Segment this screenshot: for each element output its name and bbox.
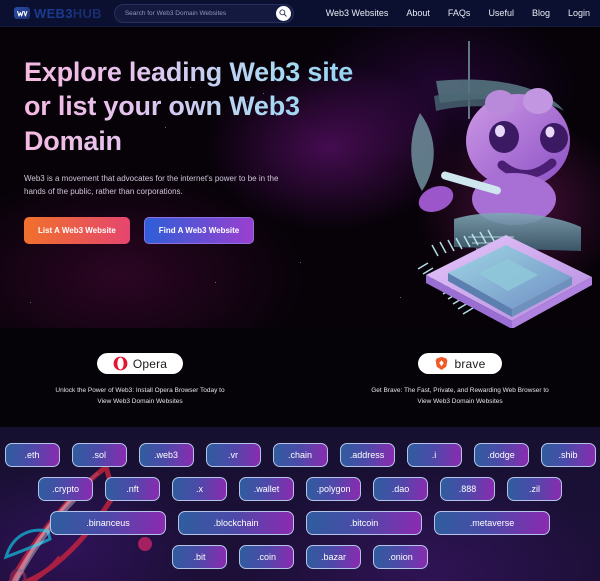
domain-pill-row-1: .eth .sol .web3 .vr .chain .address .i .… <box>0 443 600 467</box>
browser-promo-brave: brave Get Brave: The Fast, Private, and … <box>370 353 550 408</box>
hero-subcopy: Web3 is a movement that advocates for th… <box>24 173 279 197</box>
nav-item-blog[interactable]: Blog <box>532 8 550 18</box>
search-bar[interactable] <box>113 3 294 23</box>
domain-pill-x[interactable]: .x <box>172 477 227 501</box>
logo-word-web3: WEB3 <box>34 5 73 21</box>
browser-promos-section: Opera Unlock the Power of Web3: Install … <box>0 328 600 427</box>
domain-pill-dao[interactable]: .dao <box>373 477 428 501</box>
logo-wordmark: WEB3HUB <box>34 7 102 20</box>
domain-pill-onion[interactable]: .onion <box>373 545 428 569</box>
nav-item-login[interactable]: Login <box>568 8 590 18</box>
brave-badge[interactable]: brave <box>418 353 502 374</box>
robot-mascot-and-microchip-illustration <box>411 41 592 328</box>
domain-pill-shib[interactable]: .shib <box>540 443 596 467</box>
hero-cta-row: List A Web3 Website Find A Web3 Website <box>24 217 420 245</box>
nav-item-useful[interactable]: Useful <box>488 8 514 18</box>
domain-pill-zil[interactable]: .zil <box>507 477 562 501</box>
main-nav: Web3 Websites About FAQs Useful Blog Log… <box>326 8 592 18</box>
domain-pill-coin[interactable]: .coin <box>239 545 294 569</box>
domain-pill-metaverse[interactable]: .metaverse <box>434 511 550 535</box>
brave-logo-icon <box>436 356 448 370</box>
opera-description: Unlock the Power of Web3: Install Opera … <box>55 387 225 406</box>
site-logo[interactable]: WEB3HUB <box>14 7 102 20</box>
star-decor <box>215 282 216 283</box>
opera-logo-icon <box>113 356 128 371</box>
domain-pill-vr[interactable]: .vr <box>205 443 261 467</box>
domain-pill-bitcoin[interactable]: .bitcoin <box>306 511 422 535</box>
domain-pill-row-3: .binanceus .blockchain .bitcoin .metaver… <box>0 511 600 535</box>
domain-pill-bazar[interactable]: .bazar <box>306 545 361 569</box>
opera-name: Opera <box>132 356 168 371</box>
brave-name: brave <box>454 356 486 371</box>
logo-word-hub: HUB <box>72 5 102 21</box>
star-decor <box>30 302 31 303</box>
search-input[interactable] <box>124 9 276 17</box>
search-icon <box>279 9 288 17</box>
domain-pill-blockchain[interactable]: .blockchain <box>178 511 294 535</box>
site-header: WEB3HUB Web3 Websites About FAQs Useful … <box>0 0 600 27</box>
domain-pill-address[interactable]: .address <box>339 443 395 467</box>
nav-item-about[interactable]: About <box>406 8 430 18</box>
domain-pill-bit[interactable]: .bit <box>172 545 227 569</box>
domain-pill-i[interactable]: .i <box>406 443 462 467</box>
star-decor <box>300 262 301 263</box>
domain-pill-chain[interactable]: .chain <box>272 443 328 467</box>
search-submit-button[interactable] <box>275 5 291 21</box>
web3hub-logo-icon <box>14 7 30 19</box>
nav-item-web3-websites[interactable]: Web3 Websites <box>326 8 389 18</box>
domain-pill-888[interactable]: .888 <box>440 477 495 501</box>
domain-pill-eth[interactable]: .eth <box>4 443 60 467</box>
domain-extensions-section: .eth .sol .web3 .vr .chain .address .i .… <box>0 427 600 581</box>
hero-section: Explore leading Web3 site or list your o… <box>0 27 600 328</box>
domain-pill-polygon[interactable]: .polygon <box>306 477 361 501</box>
find-a-web3-website-button[interactable]: Find A Web3 Website <box>143 217 255 245</box>
list-a-web3-website-button[interactable]: List A Web3 Website <box>24 217 130 245</box>
domain-pill-row-2: .crypto .nft .x .wallet .polygon .dao .8… <box>0 477 600 501</box>
domain-pill-wallet[interactable]: .wallet <box>239 477 294 501</box>
domain-pill-crypto[interactable]: .crypto <box>38 477 93 501</box>
domain-pill-web3[interactable]: .web3 <box>138 443 194 467</box>
nav-item-faqs[interactable]: FAQs <box>448 8 471 18</box>
domain-pill-dodge[interactable]: .dodge <box>473 443 529 467</box>
domain-pill-nft[interactable]: .nft <box>105 477 160 501</box>
page-title: Explore leading Web3 site or list your o… <box>24 55 420 158</box>
page-root: WEB3HUB Web3 Websites About FAQs Useful … <box>0 0 600 581</box>
brave-description: Get Brave: The Fast, Private, and Reward… <box>371 387 549 406</box>
domain-pill-binanceus[interactable]: .binanceus <box>50 511 166 535</box>
hero-content: Explore leading Web3 site or list your o… <box>0 27 420 245</box>
domain-pill-row-4: .bit .coin .bazar .onion <box>0 545 600 569</box>
browser-promo-opera: Opera Unlock the Power of Web3: Install … <box>50 353 230 408</box>
domain-pill-sol[interactable]: .sol <box>71 443 127 467</box>
opera-badge[interactable]: Opera <box>96 353 184 374</box>
domain-pill-rows: .eth .sol .web3 .vr .chain .address .i .… <box>0 427 600 569</box>
